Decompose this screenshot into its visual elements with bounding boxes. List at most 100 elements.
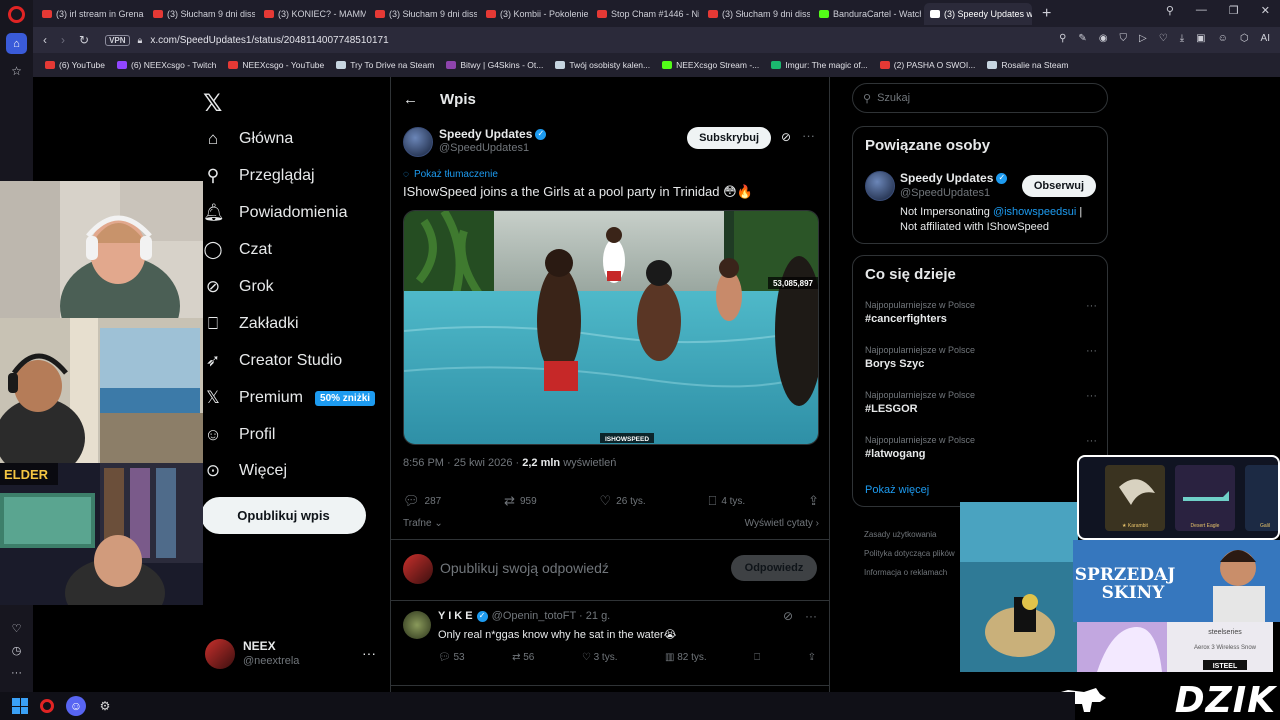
search-input[interactable]: ⚲ Szukaj xyxy=(852,83,1108,113)
follow-button[interactable]: Obserwuj xyxy=(1021,175,1096,197)
back-icon[interactable]: ‹ xyxy=(43,33,47,47)
more-icon[interactable]: ··· xyxy=(1086,390,1097,402)
download-icon[interactable]: ⤓ xyxy=(1180,33,1184,44)
post-video[interactable]: 53,085,897 ISHOWSPEED xyxy=(403,210,819,445)
new-tab-button[interactable]: + xyxy=(1042,5,1051,23)
bookmark-item[interactable]: Twój osobisty kalen... xyxy=(555,60,650,70)
more-icon[interactable]: ··· xyxy=(802,128,815,143)
minimize-icon[interactable]: — xyxy=(1196,4,1207,17)
related-name[interactable]: Speedy Updates ✓ xyxy=(900,171,1008,185)
view-quotes-link[interactable]: Wyświetl cytaty › xyxy=(745,518,819,529)
post-timestamp[interactable]: 8:56 PM · 25 kwi 2026 · xyxy=(403,457,522,469)
sell-skins-banner[interactable]: SPRZEDAJ SKINY xyxy=(1073,540,1280,622)
like-action[interactable]: ♡ 3 tys. xyxy=(582,652,618,663)
nav-item-zakładki[interactable]: ⎕ Zakładki xyxy=(203,314,299,334)
nav-item-czat[interactable]: ◯ Czat xyxy=(203,240,271,260)
reply-action[interactable]: 💬︎ 287 xyxy=(403,493,441,509)
share-action[interactable]: ⇪ xyxy=(808,652,816,663)
heart-outline-icon[interactable]: ♡ xyxy=(1159,33,1168,44)
nav-item-profil[interactable]: ☺ Profil xyxy=(203,425,275,445)
browser-tab[interactable]: (3) irl stream in Grena xyxy=(36,3,144,25)
bookmark-action[interactable]: ⎕ xyxy=(754,652,760,663)
post-button[interactable]: Opublikuj wpis xyxy=(201,497,366,534)
windows-start-icon[interactable] xyxy=(12,698,28,714)
more-icon[interactable]: ··· xyxy=(805,609,817,623)
more-icon[interactable]: ··· xyxy=(362,645,376,661)
close-icon[interactable]: ✕ xyxy=(1261,4,1270,17)
edit-icon[interactable]: ✎ xyxy=(1078,33,1086,44)
share-action[interactable]: ⇪ xyxy=(808,493,819,509)
footer-link[interactable]: Polityka dotycząca plików xyxy=(864,544,955,563)
nav-item-więcej[interactable]: ⊙ Więcej xyxy=(203,461,287,481)
browser-tab[interactable]: BanduraCartel - Watch the xyxy=(813,3,921,25)
avatar[interactable] xyxy=(403,611,431,639)
bookmark-item[interactable]: NEEXcsgo Stream -... xyxy=(662,60,759,70)
views-action[interactable]: ▥ 82 tys. xyxy=(665,652,707,663)
author-handle[interactable]: @SpeedUpdates1 xyxy=(439,142,529,154)
show-more-link[interactable]: Pokaż więcej xyxy=(865,484,929,496)
browser-tab[interactable]: (3) Słucham 9 dni diss xyxy=(702,3,810,25)
maximize-icon[interactable]: ❐ xyxy=(1229,4,1239,17)
play-icon[interactable]: ▷ xyxy=(1139,33,1147,44)
reply-action[interactable]: 💬︎ 53 xyxy=(438,652,465,663)
search-tabs-icon[interactable]: ⚲ xyxy=(1166,4,1174,17)
more-icon[interactable]: ··· xyxy=(1086,345,1097,357)
profile-icon[interactable]: ☺ xyxy=(1218,33,1228,44)
extensions-icon[interactable]: ⬡ xyxy=(1240,33,1249,44)
lens-icon[interactable]: ⚲ xyxy=(1059,33,1066,44)
nav-item-przeglądaj[interactable]: ⚲ Przeglądaj xyxy=(203,166,315,186)
camera-icon[interactable]: ◉ xyxy=(1099,33,1108,44)
bookmark-item[interactable]: Rosalie na Steam xyxy=(987,60,1068,70)
browser-tab[interactable]: (3) Słucham 9 dni dissu na xyxy=(369,3,477,25)
browser-tab[interactable]: (3) KONIEC? - MAMMON xyxy=(258,3,366,25)
footer-link[interactable]: Informacja o reklamach xyxy=(864,563,955,582)
url-field[interactable]: x.com/SpeedUpdates1/status/2048114007748… xyxy=(150,35,388,46)
steam-taskbar-icon[interactable]: ⚙ xyxy=(95,696,115,716)
more-icon[interactable]: ··· xyxy=(6,662,27,683)
reload-icon[interactable]: ↻ xyxy=(79,33,89,47)
nav-item-powiadomienia[interactable]: 🔔︎ Powiadomienia xyxy=(203,203,348,223)
camera-snap-icon[interactable]: ▣ xyxy=(1196,33,1205,44)
reply-author[interactable]: Y I K E ✓ @Openin_totoFT · 21 g. xyxy=(438,610,610,622)
repost-action[interactable]: ⇄ 56 xyxy=(512,652,534,663)
repost-action[interactable]: ⇄ 959 xyxy=(504,493,537,509)
shield-icon[interactable]: ⛉ xyxy=(1120,33,1128,44)
nav-item-grok[interactable]: ⊘ Grok xyxy=(203,277,274,297)
star-icon[interactable]: ☆ xyxy=(6,60,27,81)
home-speed-dial-icon[interactable]: ⌂ xyxy=(6,33,27,54)
trend-item[interactable]: Najpopularniejsze w Polsce #cancerfighter… xyxy=(865,300,1097,325)
like-action[interactable]: ♡ 26 tys. xyxy=(600,493,646,509)
discord-taskbar-icon[interactable]: ☺ xyxy=(66,696,86,716)
back-arrow-icon[interactable]: ← xyxy=(403,91,418,108)
vpn-badge[interactable]: VPN xyxy=(105,34,130,46)
show-translation-link[interactable]: ◌ Pokaż tłumaczenie xyxy=(403,169,498,180)
opera-taskbar-icon[interactable] xyxy=(37,696,57,716)
steelseries-ad[interactable]: steelseries Aerox 3 Wireless Snow ISTEEL xyxy=(1077,622,1273,672)
subscribe-button[interactable]: Subskrybuj xyxy=(687,127,771,149)
browser-tab[interactable]: (3) Speedy Updates w se xyxy=(924,2,1032,25)
browser-tab[interactable]: (3) Słucham 9 dni diss xyxy=(147,3,255,25)
bio-link[interactable]: @ishowspeedsui xyxy=(993,206,1076,218)
reply-item[interactable]: Y I K E ✓ @Openin_totoFT · 21 g. ⊘ ··· O… xyxy=(391,601,829,686)
browser-tab[interactable]: Stop Cham #1446 - Nieb xyxy=(591,3,699,25)
nav-item-główna[interactable]: ⌂ Główna xyxy=(203,129,293,149)
trend-item[interactable]: Najpopularniejsze w Polsce #latwogang ··· xyxy=(865,435,1097,460)
bookmark-item[interactable]: Try To Drive na Steam xyxy=(336,60,434,70)
bookmark-action[interactable]: ⎕ 4 tys. xyxy=(709,493,746,509)
nav-item-creator-studio[interactable]: ➶ Creator Studio xyxy=(203,351,342,371)
author-name[interactable]: Speedy Updates ✓ xyxy=(439,127,547,141)
nav-item-premium[interactable]: 𝕏 Premium 50% zniżki xyxy=(203,388,376,408)
history-icon[interactable]: ◷ xyxy=(6,640,27,661)
grok-icon[interactable]: ⊘ xyxy=(783,609,793,623)
account-switcher[interactable]: NEEX @neextrela ··· xyxy=(205,637,380,671)
x-logo-icon[interactable]: 𝕏 xyxy=(203,89,222,118)
bookmark-item[interactable]: (6) NEEXcsgo - Twitch xyxy=(117,60,216,70)
grok-icon[interactable]: ⊘ xyxy=(781,130,791,144)
sort-dropdown[interactable]: Trafne ⌄ xyxy=(403,518,443,529)
related-handle[interactable]: @SpeedUpdates1 xyxy=(900,187,990,199)
reply-input[interactable]: Opublikuj swoją odpowiedź xyxy=(440,560,609,576)
ai-button[interactable]: AI xyxy=(1261,33,1270,44)
trend-item[interactable]: Najpopularniejsze w Polsce #LESGOR ··· xyxy=(865,390,1097,415)
more-icon[interactable]: ··· xyxy=(1086,435,1097,447)
heart-icon[interactable]: ♡ xyxy=(6,618,27,639)
